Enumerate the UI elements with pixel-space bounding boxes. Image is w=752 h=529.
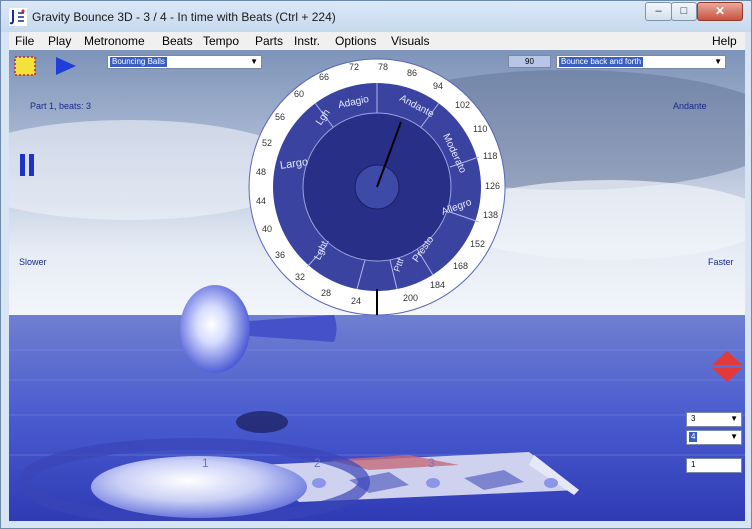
dial-number: 78 (378, 62, 389, 72)
tempo-name-label: Andante (673, 101, 707, 111)
dial-number: 24 (351, 296, 362, 306)
menu-parts[interactable]: Parts (255, 34, 283, 48)
dial-number: 60 (294, 89, 305, 99)
dial-number: 28 (321, 288, 332, 298)
beats-select[interactable]: 3 ▼ (686, 412, 742, 427)
app-icon (9, 8, 27, 26)
dial-number: 94 (433, 81, 444, 91)
beat-unit-select[interactable]: 4 ▼ (686, 430, 742, 445)
dial-number: 102 (455, 100, 471, 110)
menu-tempo[interactable]: Tempo (203, 34, 239, 48)
beat-unit-select-value: 4 (689, 432, 698, 442)
dial-number: 200 (403, 293, 419, 303)
window-title: Gravity Bounce 3D - 3 / 4 - In time with… (32, 10, 336, 24)
menu-beats[interactable]: Beats (162, 34, 193, 48)
dial-number: 40 (262, 224, 273, 234)
dial-number: 168 (453, 261, 469, 271)
dial-number: 52 (262, 138, 273, 148)
menu-help[interactable]: Help (712, 34, 737, 48)
dial-number: 66 (319, 72, 330, 82)
scene-viewport[interactable]: 1 2 3 Bouncing Balls ▼ 90 Bounce back an… (9, 50, 745, 521)
tempo-input[interactable]: 90 (508, 55, 551, 68)
part-status: Part 1, beats: 3 (30, 101, 92, 111)
bounce-select-value: Bounce back and forth (559, 57, 644, 67)
slower-label[interactable]: Slower (19, 257, 47, 267)
count-input-value: 1 (691, 460, 696, 469)
play-icon (56, 57, 76, 75)
dial-number: 152 (470, 239, 486, 249)
visual-select[interactable]: Bouncing Balls ▼ (107, 55, 262, 69)
close-button[interactable]: ✕ (697, 2, 743, 21)
count-input[interactable]: 1 (686, 458, 742, 473)
menu-file[interactable]: File (15, 34, 34, 48)
arrow-down-icon (712, 368, 742, 382)
dial-number: 138 (483, 210, 499, 220)
dial-number: 118 (483, 151, 498, 161)
visual-select-value: Bouncing Balls (110, 57, 167, 67)
menu-metronome[interactable]: Metronome (84, 34, 145, 48)
ball-label-3: 3 (428, 456, 435, 470)
bounce-select[interactable]: Bounce back and forth ▼ (556, 55, 726, 69)
menu-visuals[interactable]: Visuals (391, 34, 429, 48)
stop-icon (14, 56, 36, 76)
dial-number: 36 (275, 250, 286, 260)
dial-number: 32 (295, 272, 306, 282)
ball-label-1: 1 (202, 456, 209, 470)
dial-number: 72 (349, 62, 360, 72)
chevron-down-icon: ▼ (714, 57, 722, 66)
minimize-button[interactable]: – (645, 2, 672, 21)
dial-number: 48 (256, 167, 267, 177)
minimize-icon: – (655, 5, 662, 17)
dial-number: 56 (275, 112, 286, 122)
close-icon: ✕ (714, 4, 726, 18)
chevron-down-icon: ▼ (730, 414, 738, 423)
arrow-up-icon (712, 351, 742, 365)
ball-label-2: 2 (314, 456, 321, 470)
tempo-up-button[interactable] (712, 351, 742, 365)
faster-label[interactable]: Faster (708, 257, 734, 267)
dial-number: 86 (407, 68, 418, 78)
pause-icon (20, 154, 34, 176)
dial-number: 44 (256, 196, 267, 206)
play-button[interactable] (54, 56, 78, 76)
menu-options[interactable]: Options (335, 34, 376, 48)
tempo-down-button[interactable] (712, 368, 742, 382)
app-window: Gravity Bounce 3D - 3 / 4 - In time with… (0, 0, 752, 529)
dial-number: 184 (430, 280, 446, 290)
menu-play[interactable]: Play (48, 34, 71, 48)
pause-button[interactable] (19, 154, 37, 176)
menu-bar: File Play Metronome Beats Tempo Parts In… (9, 32, 745, 50)
menu-instr[interactable]: Instr. (294, 34, 320, 48)
beats-select-value: 3 (691, 414, 696, 423)
title-bar: Gravity Bounce 3D - 3 / 4 - In time with… (1, 1, 751, 32)
dial-number: 126 (485, 181, 501, 191)
maximize-icon: □ (680, 5, 688, 17)
chevron-down-icon: ▼ (730, 432, 738, 441)
stop-button[interactable] (14, 55, 36, 76)
dial-number: 110 (473, 124, 488, 134)
tempo-dial[interactable] (247, 57, 507, 317)
maximize-button[interactable]: □ (671, 2, 697, 21)
